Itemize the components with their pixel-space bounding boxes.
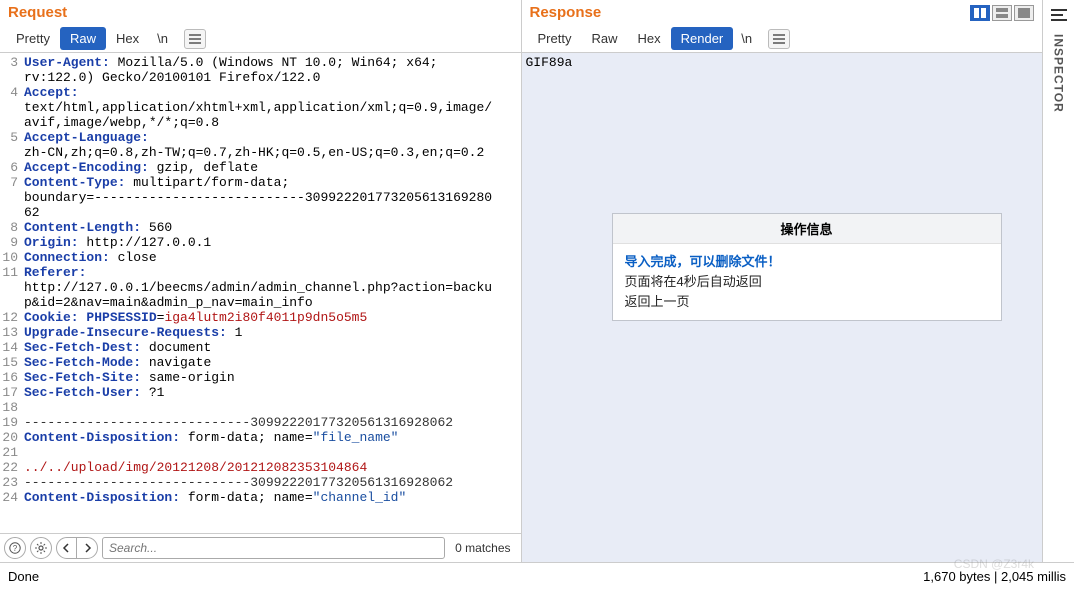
gear-icon [35,542,47,554]
response-title: Response [530,4,602,21]
layout-rows-button[interactable] [992,5,1012,21]
inspector-label[interactable]: INSPECTOR [1052,34,1066,113]
message-dialog: 操作信息 导入完成，可以删除文件！ 页面将在4秒后自动返回 返回上一页 [612,213,1002,321]
request-code: User-Agent: Mozilla/5.0 (Windows NT 10.0… [22,53,521,533]
hamburger-icon [1051,9,1067,21]
match-count: 0 matches [449,541,516,555]
request-menu-button[interactable] [184,29,206,49]
resp-tab-render[interactable]: Render [671,27,734,50]
response-top-text: GIF89a [526,55,1039,70]
prev-button[interactable] [57,538,77,558]
arrow-right-icon [82,543,92,553]
rows-icon [996,8,1008,18]
request-panel: Request Pretty Raw Hex \n 34567891011121… [0,0,522,562]
arrow-left-icon [62,543,72,553]
next-button[interactable] [77,538,97,558]
response-panel: Response Pretty Raw Hex Render \n GIF89a [522,0,1043,562]
dialog-title: 操作信息 [613,214,1001,244]
help-button[interactable]: ? [4,537,26,559]
layout-columns-button[interactable] [970,5,990,21]
response-tabbar: Pretty Raw Hex Render \n [522,25,1043,53]
hamburger-icon [773,34,785,44]
request-title: Request [8,4,67,21]
status-left: Done [8,569,39,584]
tab-newline[interactable]: \n [149,27,176,50]
hamburger-icon [189,34,201,44]
response-menu-button[interactable] [768,29,790,49]
right-rail: INSPECTOR [1042,0,1074,562]
dialog-line-3[interactable]: 返回上一页 [625,292,989,312]
single-icon [1018,8,1030,18]
search-bar: ? 0 matches [0,533,521,562]
dialog-line-2: 页面将在4秒后自动返回 [625,272,989,292]
nav-buttons [56,537,98,559]
question-icon: ? [9,542,21,554]
rail-menu-button[interactable] [1049,6,1069,24]
response-render-area[interactable]: GIF89a 操作信息 导入完成，可以删除文件！ 页面将在4秒后自动返回 返回上… [522,53,1043,562]
settings-button[interactable] [30,537,52,559]
status-bar: Done 1,670 bytes | 2,045 millis [0,562,1074,590]
layout-single-button[interactable] [1014,5,1034,21]
resp-tab-raw[interactable]: Raw [581,27,627,50]
search-input[interactable] [102,537,445,559]
tab-hex[interactable]: Hex [106,27,149,50]
resp-tab-pretty[interactable]: Pretty [528,27,582,50]
columns-icon [974,8,986,18]
view-toggle [970,5,1034,21]
dialog-line-1: 导入完成，可以删除文件！ [625,252,989,272]
request-code-area[interactable]: 3456789101112131415161718192021222324 Us… [0,53,521,533]
line-gutter: 3456789101112131415161718192021222324 [0,53,22,533]
resp-tab-hex[interactable]: Hex [627,27,670,50]
resp-tab-newline[interactable]: \n [733,27,760,50]
status-right: 1,670 bytes | 2,045 millis [923,569,1066,584]
request-tabbar: Pretty Raw Hex \n [0,25,521,53]
tab-raw[interactable]: Raw [60,27,106,50]
svg-text:?: ? [13,544,18,553]
tab-pretty[interactable]: Pretty [6,27,60,50]
